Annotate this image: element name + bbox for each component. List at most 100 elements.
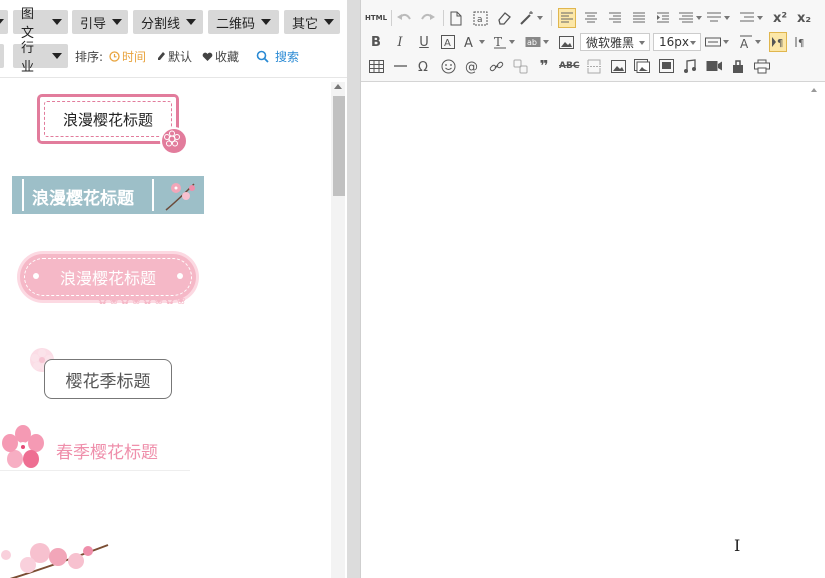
font-size-adjust-button[interactable]: A: [739, 32, 761, 52]
select-all-button[interactable]: a: [471, 8, 489, 28]
paragraph-format-button[interactable]: [705, 32, 729, 52]
emoji-button[interactable]: [439, 56, 457, 76]
sakura-branch-image[interactable]: [0, 535, 110, 578]
scroll-up-arrow-icon[interactable]: [334, 84, 342, 89]
template-scrollbar-thumb[interactable]: [333, 96, 345, 196]
anchor-button[interactable]: @: [463, 56, 481, 76]
category-yindao[interactable]: 引导: [72, 10, 128, 34]
insert-image-button[interactable]: [609, 56, 627, 76]
sort-by-favorite[interactable]: 收藏: [202, 48, 239, 65]
sort-by-default[interactable]: 默认: [157, 48, 192, 65]
font-size-select[interactable]: 16px: [653, 33, 701, 51]
format-painter-button[interactable]: [519, 8, 543, 28]
align-left-button[interactable]: [558, 8, 576, 28]
font-border-button[interactable]: A: [439, 32, 457, 52]
image-manager-button[interactable]: [657, 56, 675, 76]
template-sakura-season[interactable]: 樱花季标题: [44, 359, 172, 399]
svg-text:a: a: [477, 15, 483, 25]
industry-dropdown[interactable]: 行业: [13, 41, 68, 75]
panel-divider[interactable]: [347, 0, 360, 578]
category-fengexian[interactable]: 分割线: [133, 10, 203, 34]
category-erweima[interactable]: 二维码: [208, 10, 279, 34]
align-justify-button[interactable]: [630, 8, 648, 28]
line-height-button[interactable]: [678, 8, 702, 28]
background-color-button[interactable]: T: [493, 32, 515, 52]
category-prev-dropdown[interactable]: [0, 10, 8, 34]
blockquote-button[interactable]: ❞: [535, 56, 553, 76]
search-button[interactable]: 搜索: [256, 48, 299, 65]
align-justify-icon: [633, 12, 645, 23]
chevron-down-icon: [186, 19, 197, 25]
petals-decoration: ✿❀✿❀✿❀✿❀: [98, 294, 188, 307]
template-romantic-sakura-1[interactable]: 浪漫樱花标题: [37, 94, 188, 155]
banner-bar-left: [22, 179, 24, 211]
industry-label: 行业: [21, 41, 35, 75]
redo-button[interactable]: [419, 8, 437, 28]
rtl-direction-button[interactable]: ¶: [793, 32, 811, 52]
editor-content-area[interactable]: [361, 82, 825, 578]
link-button[interactable]: [487, 56, 505, 76]
editor-scroll-up-arrow-icon[interactable]: [811, 88, 817, 92]
spellcheck-button[interactable]: ABC: [559, 56, 579, 76]
template-romantic-sakura-3[interactable]: 浪漫樱花标题 ✿❀✿❀✿❀✿❀: [20, 254, 196, 307]
font-color-icon: A: [464, 36, 473, 49]
new-document-button[interactable]: [447, 8, 465, 28]
bold-button[interactable]: B: [367, 32, 385, 52]
align-right-button[interactable]: [606, 8, 624, 28]
italic-button[interactable]: I: [391, 32, 409, 52]
font-family-select[interactable]: 微软雅黑: [580, 33, 650, 51]
filter-bar: 行业 排序: 时间 默认 收藏 搜索: [0, 41, 347, 75]
highlight-icon: ab: [525, 37, 541, 47]
insert-video-button[interactable]: [705, 56, 723, 76]
insert-music-button[interactable]: [681, 56, 699, 76]
font-color-button[interactable]: A: [463, 32, 485, 52]
indent-button[interactable]: [654, 8, 672, 28]
toolbar-row-3: Ω @ ❞ ABC: [361, 54, 825, 78]
ltr-direction-button[interactable]: ¶: [769, 32, 787, 52]
sort-by-time[interactable]: 时间: [109, 48, 146, 65]
table-icon: [368, 59, 384, 73]
template-title: 浪漫樱花标题: [32, 189, 134, 209]
align-center-button[interactable]: [582, 8, 600, 28]
print-button[interactable]: [753, 56, 771, 76]
underline-button[interactable]: U: [415, 32, 433, 52]
multi-image-button[interactable]: [633, 56, 651, 76]
category-label: 分割线: [141, 16, 181, 32]
insert-table-button[interactable]: [367, 56, 385, 76]
special-chars-button[interactable]: Ω: [415, 56, 433, 76]
page-break-button[interactable]: [585, 56, 603, 76]
chevron-down-icon: [112, 19, 122, 25]
toolbar-separator: [443, 10, 444, 26]
paragraph-spacing-button[interactable]: [706, 8, 730, 28]
highlight-button[interactable]: ab: [525, 32, 549, 52]
template-title: 浪漫樱花标题: [24, 258, 192, 296]
clear-format-button[interactable]: [495, 8, 513, 28]
align-center-icon: [585, 12, 597, 23]
font-size-adjust-icon: A: [740, 35, 752, 49]
filter-prev[interactable]: [0, 44, 4, 68]
horizontal-rule-button[interactable]: [391, 56, 409, 76]
dot-decoration: [33, 273, 39, 279]
subscript-button[interactable]: x₂: [795, 8, 813, 28]
superscript-button[interactable]: x²: [771, 8, 789, 28]
letter-spacing-icon: [740, 12, 754, 22]
subscript-label: x₂: [796, 10, 812, 26]
html-source-button[interactable]: HTML: [365, 8, 387, 28]
template-romantic-sakura-2[interactable]: 浪漫樱花标题: [12, 176, 204, 214]
chevron-down-icon: [324, 19, 334, 25]
undo-button[interactable]: [395, 8, 413, 28]
category-tuwen[interactable]: 图文: [13, 7, 68, 41]
search-label: 搜索: [275, 50, 300, 64]
letter-spacing-button[interactable]: [739, 8, 763, 28]
svg-text:¶: ¶: [798, 38, 804, 48]
svg-text:T: T: [494, 35, 502, 49]
spellcheck-label: ABC: [559, 61, 580, 71]
unlink-button[interactable]: [511, 56, 529, 76]
align-right-icon: [609, 12, 621, 23]
category-qita[interactable]: 其它: [284, 10, 340, 34]
template-paint-button[interactable]: [729, 56, 747, 76]
image-button[interactable]: [557, 32, 575, 52]
text-direction-ltr-icon: ¶: [772, 37, 783, 48]
svg-text:A: A: [740, 37, 749, 49]
template-spring-sakura[interactable]: 春季樱花标题: [0, 424, 190, 471]
